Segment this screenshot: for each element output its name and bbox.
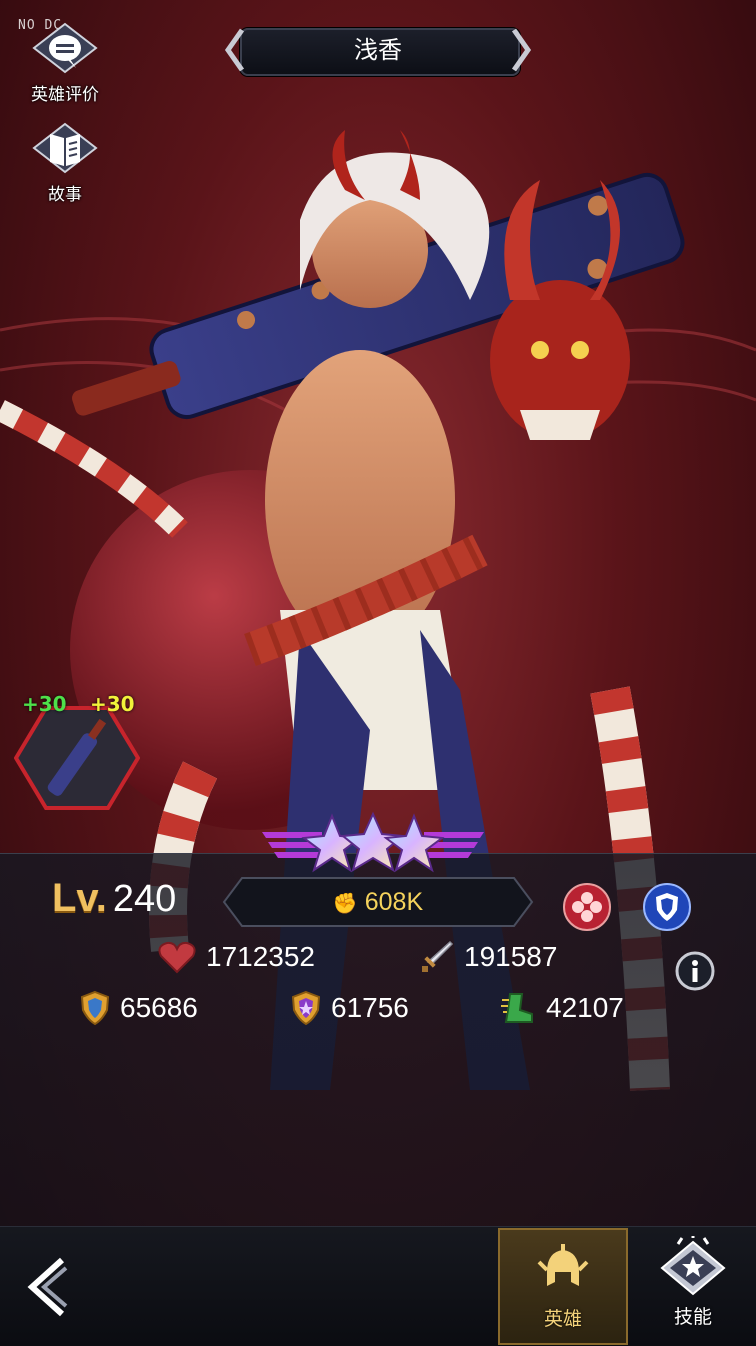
boot-speed-icon [501, 993, 533, 1023]
story-button[interactable]: 故事 [20, 122, 110, 205]
defense-value: 65686 [120, 992, 198, 1023]
book-icon [32, 122, 98, 174]
tab-skill[interactable]: 技能 [636, 1228, 750, 1345]
hero-name: 浅香 [354, 36, 402, 64]
stat-defense: 65686 [80, 988, 198, 1028]
next-hero-button[interactable] [510, 26, 534, 74]
star-icon [383, 813, 445, 873]
power-row: ✊ 608K [222, 876, 534, 928]
class-shield-button[interactable] [642, 882, 692, 932]
heart-icon [158, 941, 196, 974]
back-button[interactable] [24, 1256, 70, 1318]
tab-hero[interactable]: 英雄 [498, 1228, 628, 1345]
shield-magic-icon [291, 990, 321, 1026]
tab-hero-label: 英雄 [543, 1308, 582, 1330]
weapon-bonus-right: +30 [90, 692, 135, 716]
hp-value: 1712352 [206, 941, 316, 972]
sword-icon [422, 940, 454, 972]
stat-magic-defense: 61756 [291, 988, 409, 1028]
fist-icon: ✊ [332, 893, 358, 915]
weapon-club-icon [14, 706, 140, 810]
tab-skill-label: 技能 [673, 1306, 712, 1328]
level-tag: Lv. [52, 876, 107, 920]
hero-helmet-icon [537, 1244, 589, 1286]
hero-level: Lv. 240 [52, 876, 176, 921]
weapon-slot[interactable]: +30 +30 [14, 692, 140, 810]
level-value: 240 [112, 878, 177, 920]
power-value: 608K [364, 888, 424, 916]
skill-star-icon [660, 1236, 726, 1296]
stat-hp: 1712352 [158, 937, 315, 977]
hero-title-bar: 浅香 [222, 26, 534, 76]
speed-value: 42107 [546, 992, 624, 1023]
story-label: 故事 [48, 185, 82, 205]
star-rating [262, 811, 484, 873]
hero-review-button[interactable]: 英雄评价 [20, 22, 110, 105]
info-button[interactable] [674, 950, 716, 992]
hero-review-label: 英雄评价 [31, 85, 99, 105]
combat-power: ✊ 608K [222, 876, 534, 928]
element-fire-button[interactable] [562, 882, 612, 932]
magic-defense-value: 61756 [331, 992, 409, 1023]
stat-attack: 191587 [420, 937, 557, 977]
review-chat-icon [32, 22, 98, 74]
weapon-bonus-left: +30 [22, 692, 67, 716]
shield-defense-icon [80, 990, 110, 1026]
attack-value: 191587 [464, 941, 558, 972]
stat-speed: 42107 [500, 988, 624, 1028]
